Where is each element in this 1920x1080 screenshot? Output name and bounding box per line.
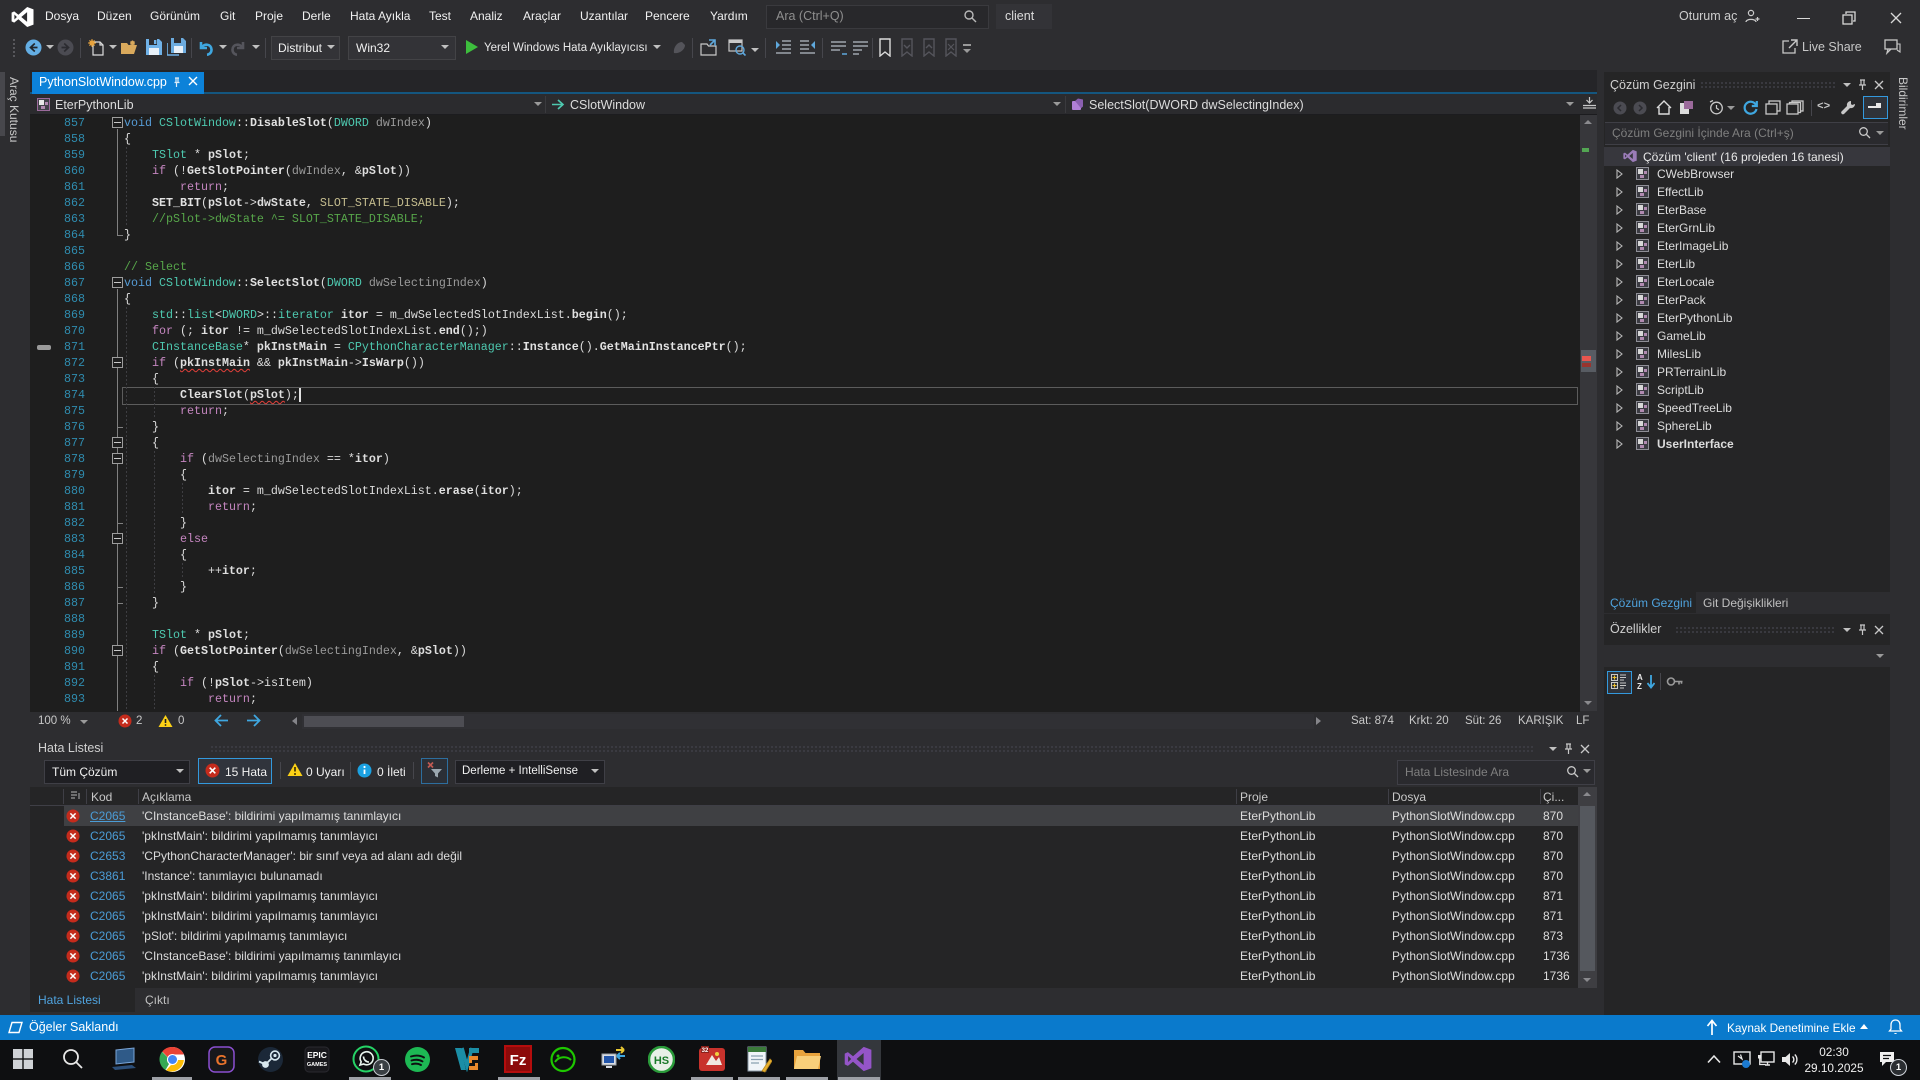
svg-text:HS: HS — [654, 1055, 669, 1067]
svg-text:Fz: Fz — [510, 1052, 527, 1069]
svg-text:EPIC: EPIC — [307, 1050, 327, 1060]
svg-text:G: G — [216, 1052, 228, 1069]
svg-text:32: 32 — [702, 1048, 709, 1054]
svg-text:GAMES: GAMES — [307, 1062, 328, 1068]
